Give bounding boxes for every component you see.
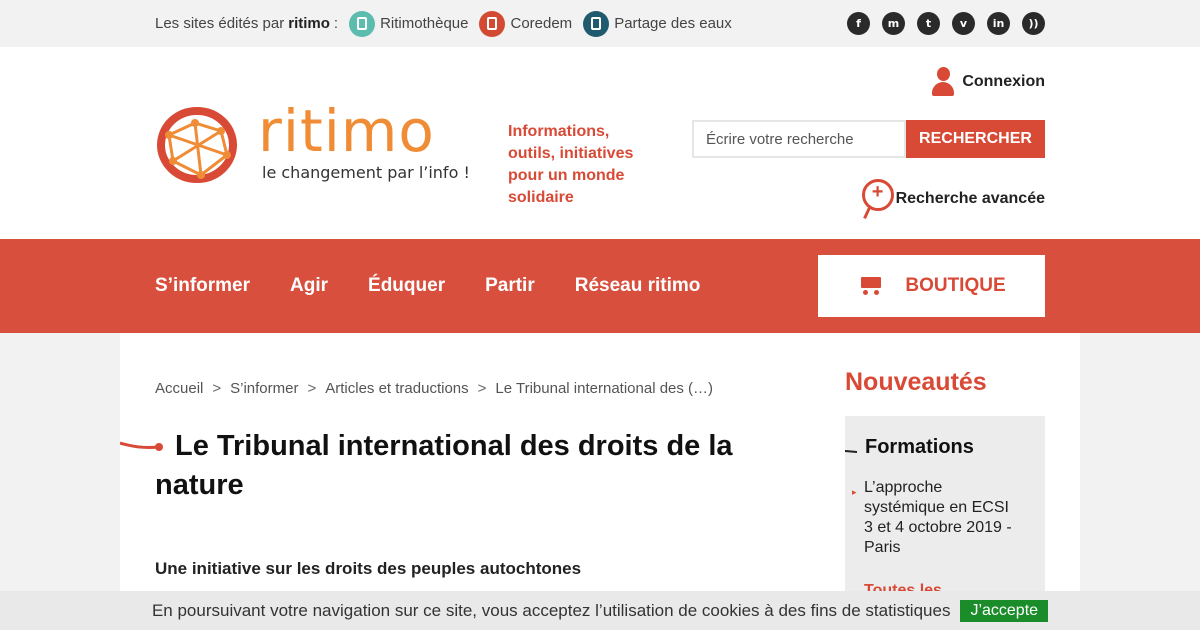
- login-link[interactable]: Connexion: [930, 67, 1045, 97]
- facebook-icon[interactable]: f: [847, 12, 870, 35]
- coredem-icon: [479, 10, 506, 37]
- nav-item-reseau-ritimo[interactable]: Réseau ritimo: [575, 275, 701, 297]
- breadcrumb-item-articles[interactable]: Articles et traductions: [325, 380, 468, 397]
- cookie-banner: En poursuivant votre navigation sur ce s…: [0, 591, 1200, 630]
- article-title: Le Tribunal international des droits de …: [155, 430, 733, 501]
- breadcrumb: Accueil > S’informer > Articles et tradu…: [155, 380, 713, 397]
- search-form: RECHERCHER: [692, 120, 1045, 158]
- site-label: Coredem: [510, 15, 573, 32]
- sites-intro-colon: :: [333, 15, 339, 32]
- advanced-search-label: Recherche avancée: [895, 190, 1045, 207]
- article-subtitle: Une initiative sur les droits des peuple…: [155, 559, 582, 578]
- twitter-icon[interactable]: t: [917, 12, 940, 35]
- nav-item-partir[interactable]: Partir: [485, 275, 535, 297]
- breadcrumb-item-accueil[interactable]: Accueil: [155, 380, 203, 397]
- nav-item-agir[interactable]: Agir: [290, 275, 328, 297]
- cart-icon: [857, 275, 885, 297]
- breadcrumb-separator: >: [307, 380, 317, 397]
- sites-intro-brand: ritimo: [288, 15, 330, 32]
- login-label: Connexion: [962, 73, 1045, 90]
- list-item[interactable]: ▸ L’approche systémique en ECSI 3 et 4 o…: [852, 478, 1024, 558]
- sites-intro: Les sites édités par: [155, 15, 285, 32]
- top-bar: Les sites édités par ritimo : Ritimothèq…: [0, 0, 1200, 47]
- logo-tagline: le changement par l’info !: [262, 163, 470, 182]
- arrow-right-icon: ▸: [852, 487, 857, 497]
- shop-button[interactable]: BOUTIQUE: [818, 255, 1045, 317]
- search-input[interactable]: [692, 120, 906, 158]
- social-links: f m t v in )): [847, 12, 1045, 35]
- box-title: Formations: [865, 436, 974, 458]
- rss-icon[interactable]: )): [1022, 12, 1045, 35]
- magnifier-plus-icon: [860, 179, 894, 219]
- advanced-search-link[interactable]: Recherche avancée: [860, 179, 1045, 219]
- breadcrumb-item-current: Le Tribunal international des (…): [495, 380, 714, 397]
- site-label: Partage des eaux: [614, 15, 732, 32]
- mastodon-icon[interactable]: m: [882, 12, 905, 35]
- globe-network-icon: [157, 107, 237, 183]
- nav-item-eduquer[interactable]: Éduquer: [368, 275, 445, 297]
- vimeo-icon[interactable]: v: [952, 12, 975, 35]
- sidebar-title: Nouveautés: [845, 368, 987, 396]
- site-link-partage-des-eaux[interactable]: Partage des eaux: [583, 10, 732, 37]
- breadcrumb-separator: >: [477, 380, 487, 397]
- site-label: Ritimothèque: [380, 15, 469, 32]
- main-nav: S’informer Agir Éduquer Partir Réseau ri…: [0, 239, 1200, 333]
- item-title: L’approche systémique en ECSI: [864, 479, 1009, 516]
- site-link-coredem[interactable]: Coredem: [479, 10, 573, 37]
- box-swash-icon: [845, 450, 858, 453]
- breadcrumb-item-sinformer[interactable]: S’informer: [230, 380, 298, 397]
- sites-list: Les sites édités par ritimo : Ritimothèq…: [155, 0, 732, 47]
- site-header: ritimo le changement par l’info ! Inform…: [0, 47, 1200, 239]
- user-icon: [930, 67, 956, 97]
- accept-cookies-button[interactable]: J’accepte: [960, 599, 1049, 622]
- linkedin-icon[interactable]: in: [987, 12, 1010, 35]
- site-link-ritimotheque[interactable]: Ritimothèque: [349, 10, 469, 37]
- book-icon: [349, 10, 376, 37]
- main-content: Accueil > S’informer > Articles et tradu…: [120, 333, 1080, 630]
- cookie-text: En poursuivant votre navigation sur ce s…: [151, 600, 951, 620]
- site-tagline: Informations, outils, initiatives pour u…: [508, 123, 634, 206]
- search-button[interactable]: RECHERCHER: [906, 120, 1045, 158]
- item-detail: 3 et 4 octobre 2019 - Paris: [864, 519, 1012, 556]
- breadcrumb-separator: >: [212, 380, 222, 397]
- nav-item-sinformer[interactable]: S’informer: [155, 275, 250, 297]
- water-drop-icon: [583, 10, 610, 37]
- logo-wordmark: ritimo: [258, 97, 435, 165]
- shop-label: BOUTIQUE: [905, 275, 1006, 296]
